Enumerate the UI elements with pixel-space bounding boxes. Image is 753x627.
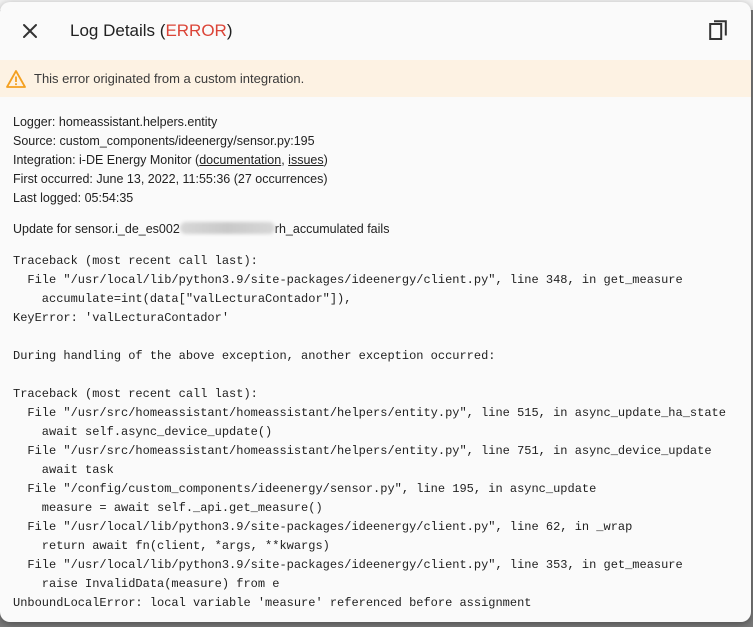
dialog-title: Log Details (ERROR) [70,21,233,41]
message-prefix: Update for sensor.i_de_es002 [13,222,180,236]
error-message: Update for sensor.i_de_es002 rh_accumulat… [13,220,741,239]
documentation-link[interactable]: documentation [199,153,281,167]
custom-integration-warning: This error originated from a custom inte… [0,60,751,97]
title-prefix: Log Details ( [70,21,166,40]
integration-suffix: ) [323,153,328,167]
traceback-text: Traceback (most recent call last): File … [13,254,726,610]
first-occurred-line: First occurred: June 13, 2022, 11:55:36 … [13,172,328,186]
integration-prefix: Integration: i-DE Energy Monitor ( [13,153,200,167]
dialog-header: Log Details (ERROR) [0,2,751,60]
close-icon [23,24,37,38]
logger-line: Logger: homeassistant.helpers.entity [13,115,218,129]
copy-icon [709,20,727,40]
last-logged-line: Last logged: 05:54:35 [13,191,134,205]
issues-link[interactable]: issues [288,153,323,167]
close-button[interactable] [18,19,42,43]
redacted-blur [179,222,275,234]
log-content: Logger: homeassistant.helpers.entity Sou… [13,113,741,613]
log-details-dialog: Log Details (ERROR) This error originate… [0,2,751,622]
integration-line: Integration: i-DE Energy Monitor (docume… [13,151,741,170]
source-line: Source: custom_components/ideenergy/sens… [13,134,315,148]
warning-icon [6,69,26,88]
copy-button[interactable] [707,19,731,43]
message-suffix: rh_accumulated fails [274,222,390,236]
warning-text: This error originated from a custom inte… [34,71,305,86]
title-suffix: ) [226,21,233,40]
title-level: ERROR [165,21,227,40]
